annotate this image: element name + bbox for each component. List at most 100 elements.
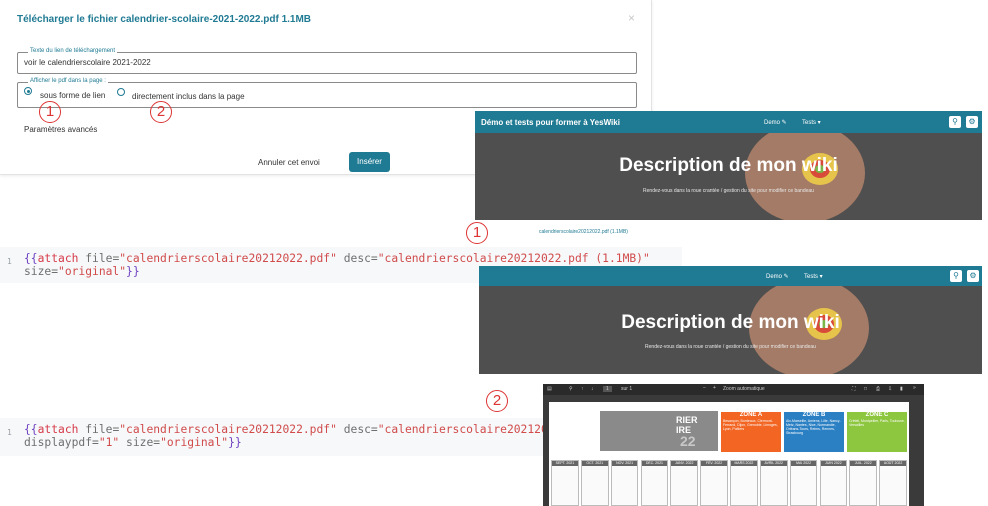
fullscreen-icon[interactable]: ⛶ bbox=[852, 386, 856, 392]
cancel-button[interactable]: Annuler cet envoi bbox=[258, 158, 320, 167]
marker-2-modal: 2 bbox=[150, 101, 172, 123]
month-column: DÉC. 2021 bbox=[640, 460, 669, 506]
open-file-icon[interactable]: □ bbox=[864, 386, 867, 392]
month-column: NOV. 2021 bbox=[610, 460, 639, 506]
wiki-topbar: Démo et tests pour former à YesWiki Demo… bbox=[475, 111, 982, 133]
find-icon[interactable]: ⚲ bbox=[569, 386, 573, 392]
value-size: "original" bbox=[58, 265, 127, 278]
value-file: "calendrierscolaire20212022.pdf" bbox=[119, 252, 337, 265]
attr-displaypdf: displaypdf= bbox=[24, 436, 99, 449]
banner-title: Description de mon wiki bbox=[621, 312, 840, 333]
wiki-banner: Description de mon wiki Rendez-vous dans… bbox=[475, 133, 982, 220]
advanced-settings-link[interactable]: Paramètres avancés bbox=[24, 125, 97, 134]
search-icon[interactable]: ⚲ bbox=[949, 116, 961, 128]
brace-close: }} bbox=[228, 436, 242, 449]
month-header: NOV. 2021 bbox=[611, 461, 638, 466]
value-displaypdf: "1" bbox=[98, 436, 120, 449]
gear-icon[interactable]: ⚙ bbox=[967, 270, 979, 282]
month-header: AOÛT 2022 bbox=[880, 461, 906, 466]
month-column: SEPT. 2021 bbox=[551, 460, 579, 506]
pdf-toolbar: ▤ ⚲ ↑ ↓ 1 sur 1 − + Zoom automatique ⛶ □… bbox=[543, 384, 924, 395]
month-column: MAI 2022 bbox=[789, 460, 818, 506]
sidebar-toggle-icon[interactable]: ▤ bbox=[547, 386, 552, 392]
calendar-title: RIER IRE bbox=[676, 415, 698, 435]
wiki-title[interactable]: Démo et tests pour former à YesWiki bbox=[481, 118, 620, 127]
month-header: FÉV. 2022 bbox=[701, 461, 727, 466]
months-row: SEPT. 2021 OCT. 2021 NOV. 2021 DÉC. 2021 JAN… bbox=[551, 460, 907, 506]
display-legend: Afficher le pdf dans la page : bbox=[28, 78, 108, 84]
month-column: AVRIL 2022 bbox=[759, 460, 788, 506]
pdf-page: RIER IRE 22 ZONE A Besançon, Bordeaux, Cl… bbox=[549, 402, 909, 506]
zone-card: ZONE C Créteil, Montpellier, Paris, Toulo… bbox=[847, 412, 907, 452]
nav-tests[interactable]: Tests ▾ bbox=[802, 119, 821, 126]
month-header: JUIL. 2022 bbox=[850, 461, 877, 466]
search-icon[interactable]: ⚲ bbox=[950, 270, 962, 282]
month-column: MARS 2022 bbox=[730, 460, 758, 506]
zone-card: ZONE A Besançon, Bordeaux, Clermont-Ferra… bbox=[721, 412, 781, 452]
zones-row: ZONE A Besançon, Bordeaux, Clermont-Ferra… bbox=[721, 412, 907, 452]
value-desc: "calendrierscolaire20212022.pdf (1.1MB)" bbox=[377, 252, 650, 265]
download-icon[interactable]: ⇩ bbox=[888, 386, 892, 392]
gear-icon[interactable]: ⚙ bbox=[966, 116, 978, 128]
radio-inline-label[interactable]: directement inclus dans la page bbox=[132, 92, 245, 101]
attr-size: size= bbox=[126, 436, 161, 449]
display-options-group: Afficher le pdf dans la page : sous form… bbox=[17, 78, 637, 108]
zoom-select[interactable]: Zoom automatique bbox=[723, 386, 765, 392]
calendar-header: RIER IRE 22 bbox=[600, 411, 718, 451]
insert-button[interactable]: Insérer bbox=[349, 152, 390, 172]
more-tools-icon[interactable]: » bbox=[913, 385, 916, 391]
link-text-legend: Texte du lien de téléchargement bbox=[28, 48, 118, 54]
month-column: JUIL. 2022 bbox=[849, 460, 878, 506]
month-header: MAI 2022 bbox=[790, 461, 817, 466]
radio-inline[interactable] bbox=[117, 88, 125, 96]
page-total: sur 1 bbox=[621, 386, 633, 392]
zone-academies: Besançon, Bordeaux, Clermont-Ferrand, Di… bbox=[723, 419, 778, 431]
page-number-input[interactable]: 1 bbox=[603, 386, 612, 392]
month-header: DÉC. 2021 bbox=[641, 461, 668, 466]
brace-open: {{ bbox=[24, 423, 38, 436]
line-number: 1 bbox=[7, 428, 12, 437]
attr-file: file= bbox=[85, 423, 120, 436]
value-size: "original" bbox=[160, 436, 229, 449]
bookmark-icon[interactable]: ▮ bbox=[900, 386, 903, 392]
brace-close: }} bbox=[126, 265, 140, 278]
attr-desc: desc= bbox=[343, 252, 378, 265]
close-icon[interactable]: × bbox=[628, 11, 635, 25]
brace-open: {{ bbox=[24, 252, 38, 265]
next-page-icon[interactable]: ↓ bbox=[591, 386, 594, 392]
print-icon[interactable]: ⎙ bbox=[876, 386, 880, 392]
nav-demo[interactable]: Demo ✎ bbox=[766, 273, 789, 280]
month-header: OCT. 2021 bbox=[581, 461, 608, 466]
month-header: SEPT. 2021 bbox=[552, 461, 578, 466]
zoom-in-icon[interactable]: + bbox=[713, 385, 716, 391]
radio-link[interactable] bbox=[24, 87, 32, 95]
month-column: JUIN 2022 bbox=[819, 460, 848, 506]
nav-demo[interactable]: Demo ✎ bbox=[764, 119, 787, 126]
calendar-year: 22 bbox=[680, 433, 696, 449]
link-text-input[interactable]: voir le calendrierscolaire 2021-2022 bbox=[24, 58, 151, 67]
wiki-banner: Description de mon wiki Rendez-vous dans… bbox=[479, 286, 982, 374]
line-number: 1 bbox=[7, 257, 12, 266]
month-header: JUIN 2022 bbox=[820, 461, 847, 466]
month-header: AVRIL 2022 bbox=[760, 461, 787, 466]
month-column: FÉV. 2022 bbox=[700, 460, 728, 506]
modal-title: Télécharger le fichier calendrier-scolai… bbox=[17, 14, 312, 25]
month-header: JANV. 2022 bbox=[671, 461, 698, 466]
attr-file: file= bbox=[85, 252, 120, 265]
zone-academies: Aix-Marseille, Amiens, Lille, Nancy-Metz… bbox=[786, 419, 841, 435]
marker-1-result: 1 bbox=[466, 222, 488, 244]
link-text-field[interactable]: Texte du lien de téléchargement voir le … bbox=[17, 48, 637, 74]
zoom-out-icon[interactable]: − bbox=[703, 385, 706, 391]
value-file: "calendrierscolaire20212022.pdf" bbox=[119, 423, 337, 436]
radio-link-label[interactable]: sous forme de lien bbox=[40, 91, 105, 100]
marker-2-result: 2 bbox=[486, 390, 508, 412]
month-column: AOÛT 2022 bbox=[879, 460, 907, 506]
nav-tests[interactable]: Tests ▾ bbox=[804, 273, 823, 280]
wiki-topbar: Demo ✎ Tests ▾ ⚲ ⚙ bbox=[479, 266, 982, 286]
attr-desc: desc= bbox=[343, 423, 378, 436]
month-header: MARS 2022 bbox=[731, 461, 757, 466]
pdf-download-link[interactable]: calendrierscolaire20212022.pdf (1.1MB) bbox=[539, 229, 628, 235]
prev-page-icon[interactable]: ↑ bbox=[581, 386, 584, 392]
keyword-attach: attach bbox=[37, 423, 79, 436]
month-column: OCT. 2021 bbox=[580, 460, 609, 506]
